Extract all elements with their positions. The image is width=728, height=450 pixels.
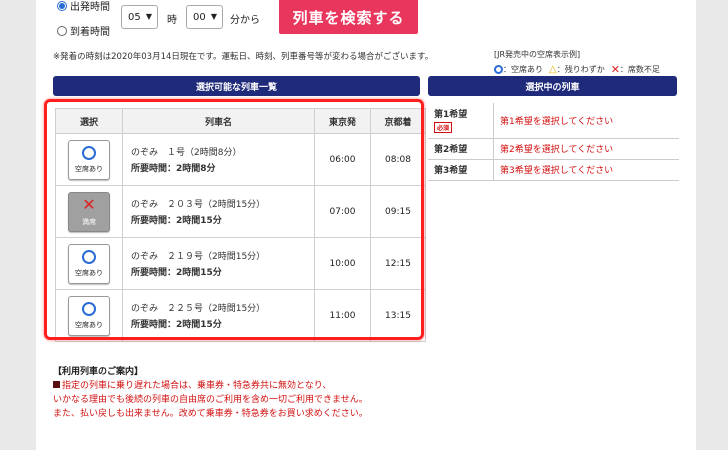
radio-depart-indicator[interactable] <box>57 0 67 11</box>
minute-unit: 分から <box>230 15 260 26</box>
notice-line-3: また、払い戻しも出来ません。改めて乗車券・特急券をお買い求めください。 <box>53 409 368 419</box>
preference-table: 第1希望 必須 第1希望を選択してください 第2希望 第2希望を選択してください … <box>428 103 679 181</box>
usage-notice: 【利用列車のご案内】 指定の列車に乗り遅れた場合は、乗車券・特急券共に無効となり… <box>53 365 368 421</box>
preference-value[interactable]: 第1希望を選択してください <box>493 103 679 139</box>
hour-select[interactable]: 05 ▼ <box>121 5 158 29</box>
preference-row: 第1希望 必須 第1希望を選択してください <box>428 103 679 139</box>
cross-icon: ✕ <box>610 63 620 76</box>
radio-arrive[interactable]: 到着時間 <box>57 23 110 38</box>
square-bullet-icon <box>53 381 60 388</box>
search-trains-button[interactable]: 列車を検索する <box>279 0 418 34</box>
preference-value[interactable]: 第3希望を選択してください <box>493 159 679 181</box>
seat-legend: ：空席あり △ ：残りわずか ✕ ：席数不足 <box>494 63 660 76</box>
triangle-icon: △ <box>549 64 557 75</box>
notice-title: 【利用列車のご案内】 <box>53 367 144 377</box>
preference-value[interactable]: 第2希望を選択してください <box>493 138 679 160</box>
preference-label: 第1希望 <box>434 110 468 121</box>
radio-arrive-label: 到着時間 <box>70 27 110 38</box>
preference-label: 第3希望 <box>428 159 494 181</box>
hour-unit: 時 <box>167 15 177 26</box>
legend-few: ：残りわずか <box>556 65 605 74</box>
chevron-down-icon: ▼ <box>145 12 152 21</box>
legend-available: ：空席あり <box>503 65 543 74</box>
highlight-frame <box>44 99 424 340</box>
preference-label: 第2希望 <box>428 138 494 160</box>
minute-value: 00 <box>193 11 206 23</box>
radio-depart-label: 出発時間 <box>70 2 110 13</box>
notice-line-2: いかなる理由でも後続の列車の自由席のご利用を含め一切ご利用できません。 <box>53 395 368 405</box>
radio-arrive-indicator[interactable] <box>57 25 67 36</box>
chevron-down-icon: ▼ <box>210 12 217 21</box>
hour-value: 05 <box>128 11 141 23</box>
preference-row: 第3希望 第3希望を選択してください <box>428 159 679 181</box>
minute-select[interactable]: 00 ▼ <box>186 5 223 29</box>
train-list-header: 選択可能な列車一覧 <box>53 76 420 96</box>
notice-line-1: 指定の列車に乗り遅れた場合は、乗車券・特急券共に無効となり、 <box>62 381 332 391</box>
timetable-note: ※発着の時刻は2020年03月14日現在です。運転日、時刻、列車番号等が変わる場… <box>53 52 434 62</box>
selected-trains-header: 選択中の列車 <box>428 76 677 96</box>
required-badge: 必須 <box>434 122 453 134</box>
radio-depart[interactable]: 出発時間 <box>57 0 110 13</box>
legend-title: [JR発売中の空席表示例] <box>494 50 581 59</box>
legend-none: ：席数不足 <box>619 65 660 74</box>
preference-row: 第2希望 第2希望を選択してください <box>428 138 679 160</box>
circle-icon <box>494 65 503 74</box>
